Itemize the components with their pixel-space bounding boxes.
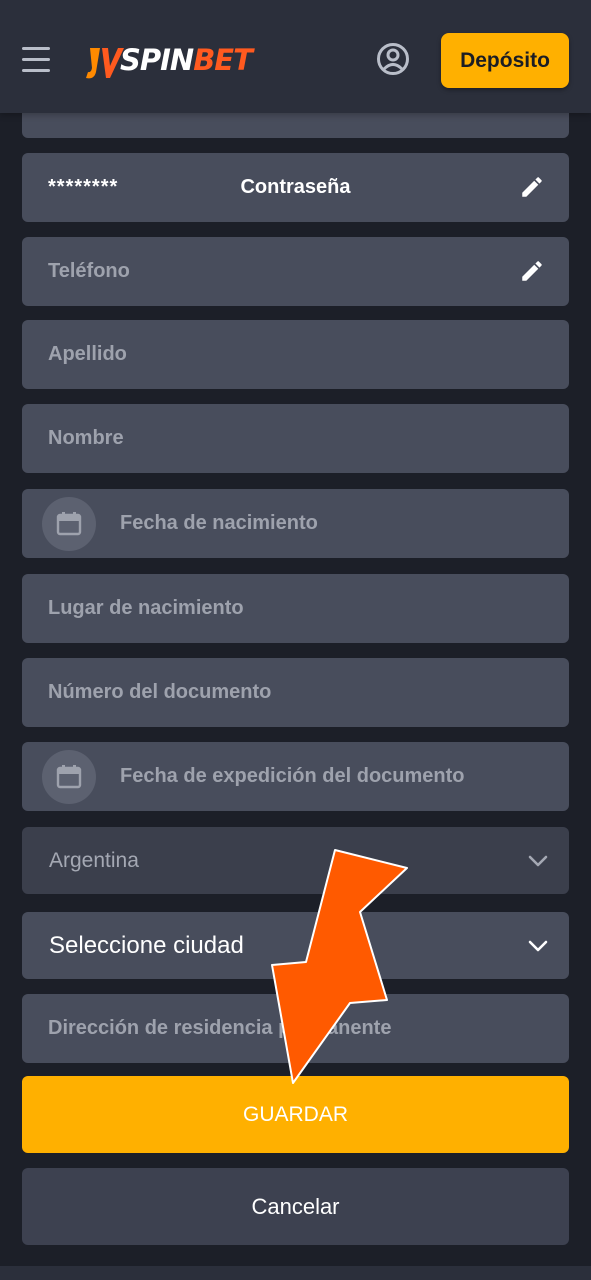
birth-date-field[interactable]: Fecha de nacimiento [22, 489, 569, 558]
user-circle-icon[interactable] [376, 42, 410, 76]
phone-field[interactable]: Teléfono [22, 237, 569, 306]
address-placeholder: Dirección de residencia permanente [48, 1017, 392, 1039]
password-masked-value: ******** [48, 176, 119, 198]
app-header: SPINBET Depósito [0, 0, 591, 113]
birth-place-placeholder: Lugar de nacimiento [48, 597, 244, 619]
cancel-button[interactable]: Cancelar [22, 1168, 569, 1245]
phone-placeholder: Teléfono [48, 260, 130, 282]
hamburger-menu-icon[interactable] [20, 43, 52, 75]
country-select[interactable]: Argentina [22, 827, 569, 894]
document-number-field[interactable]: Número del documento [22, 658, 569, 727]
deposit-button[interactable]: Depósito [441, 33, 569, 88]
address-field[interactable]: Dirección de residencia permanente [22, 994, 569, 1063]
logo-mark-icon [86, 48, 124, 79]
calendar-icon[interactable] [42, 749, 96, 804]
country-value: Argentina [49, 848, 139, 872]
calendar-icon[interactable] [42, 496, 96, 551]
first-name-field[interactable]: Nombre [22, 404, 569, 473]
city-value: Seleccione ciudad [49, 931, 244, 959]
spinbet-logo[interactable]: SPINBET [84, 38, 253, 82]
document-issue-date-field[interactable]: Fecha de expedición del documento [22, 742, 569, 811]
first-name-placeholder: Nombre [48, 427, 124, 449]
page: ******** Contraseña Teléfono Apellido No… [0, 0, 591, 1280]
password-field[interactable]: ******** Contraseña [22, 153, 569, 222]
chevron-down-icon [528, 855, 548, 867]
pencil-icon[interactable] [519, 258, 545, 284]
birth-date-placeholder: Fecha de nacimiento [120, 512, 318, 534]
last-name-placeholder: Apellido [48, 343, 127, 365]
pencil-icon[interactable] [519, 174, 545, 200]
chevron-down-icon [528, 940, 548, 952]
document-issue-date-placeholder: Fecha de expedición del documento [120, 765, 465, 787]
save-button[interactable]: GUARDAR [22, 1076, 569, 1153]
logo-text: SPINBET [120, 43, 253, 77]
bottom-bar [0, 1266, 591, 1280]
last-name-field[interactable]: Apellido [22, 320, 569, 389]
document-number-placeholder: Número del documento [48, 681, 272, 703]
city-select[interactable]: Seleccione ciudad [22, 912, 569, 979]
birth-place-field[interactable]: Lugar de nacimiento [22, 574, 569, 643]
